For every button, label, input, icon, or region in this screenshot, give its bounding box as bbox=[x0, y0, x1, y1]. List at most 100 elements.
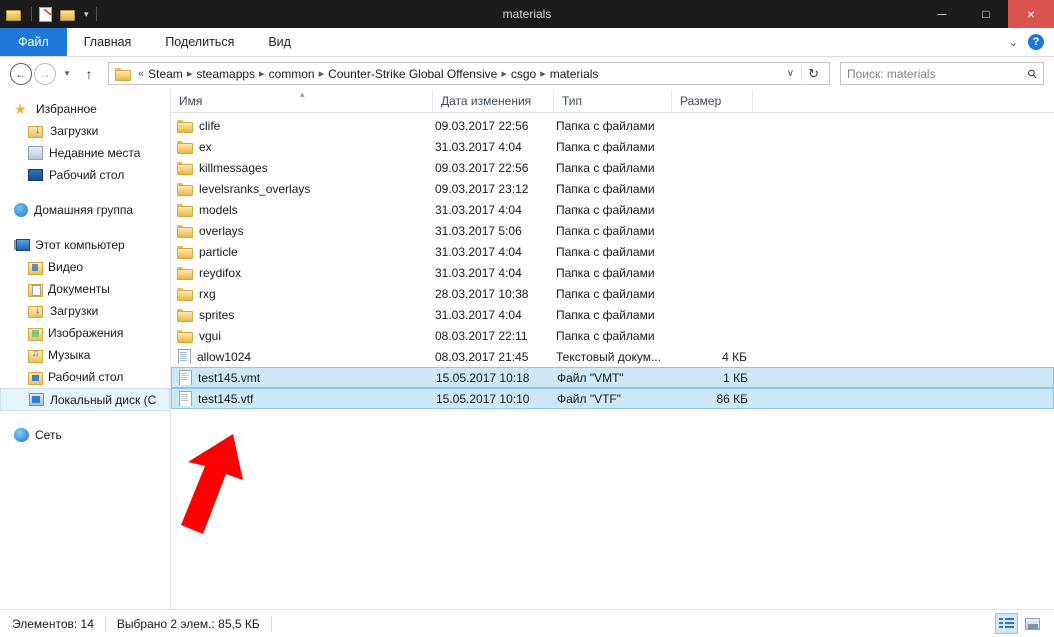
file-name: levelsranks_overlays bbox=[199, 181, 311, 196]
table-row[interactable]: rxg 28.03.2017 10:38 Папка с файлами bbox=[171, 283, 1054, 304]
breadcrumb-item-csgo-game[interactable]: Counter-Strike Global Offensive bbox=[328, 67, 497, 81]
sidebar-item-desktop[interactable]: Рабочий стол bbox=[0, 164, 170, 186]
file-type: Папка с файлами bbox=[556, 223, 655, 238]
file-name-cell: overlays bbox=[171, 224, 433, 238]
status-divider bbox=[104, 616, 106, 631]
customize-toolbar-chevron[interactable]: ▾ bbox=[84, 9, 89, 20]
column-header-date[interactable]: Дата изменения bbox=[433, 90, 554, 112]
sidebar-item-homegroup[interactable]: Домашняя группа bbox=[0, 199, 170, 221]
folder-icon bbox=[177, 119, 193, 133]
sidebar-item-label: Загрузки bbox=[50, 124, 99, 138]
forward-button[interactable]: → bbox=[34, 62, 56, 85]
file-name-cell: sprites bbox=[171, 308, 433, 322]
file-date: 08.03.2017 21:45 bbox=[435, 349, 529, 364]
breadcrumb-item-csgo[interactable]: csgo bbox=[511, 67, 536, 81]
refresh-icon[interactable]: ↻ bbox=[801, 65, 825, 82]
address-dropdown-chevron-down-icon[interactable]: ∨ bbox=[780, 68, 801, 79]
sidebar-item-desktop-pc[interactable]: Рабочий стол bbox=[0, 366, 170, 388]
sidebar-item-downloads[interactable]: Загрузки bbox=[0, 120, 170, 142]
tab-view[interactable]: Вид bbox=[251, 28, 308, 56]
table-row[interactable]: test145.vtf 15.05.2017 10:10 Файл "VTF" … bbox=[171, 388, 1054, 409]
properties-icon[interactable] bbox=[39, 5, 57, 23]
column-header-label: Имя bbox=[179, 94, 203, 108]
close-button[interactable]: × bbox=[1008, 0, 1054, 28]
column-header-size[interactable]: Размер bbox=[672, 90, 753, 112]
sidebar-item-local-disk[interactable]: Локальный диск (C bbox=[0, 388, 170, 411]
folder-icon bbox=[177, 245, 193, 259]
sidebar-item-recent-places[interactable]: Недавние места bbox=[0, 142, 170, 164]
table-row[interactable]: allow1024 08.03.2017 21:45 Текстовый док… bbox=[171, 346, 1054, 367]
sidebar-item-music[interactable]: Музыка bbox=[0, 344, 170, 366]
navigation-pane: ★ Избранное Загрузки Недавние места Рабо… bbox=[0, 90, 170, 609]
file-name-cell: clife bbox=[171, 119, 433, 133]
file-date: 15.05.2017 10:18 bbox=[436, 370, 530, 385]
up-button[interactable]: ↑ bbox=[78, 66, 100, 82]
sidebar-item-label: Рабочий стол bbox=[49, 168, 125, 182]
sidebar-item-documents[interactable]: Документы bbox=[0, 278, 170, 300]
table-row[interactable]: levelsranks_overlays 09.03.2017 23:12 Па… bbox=[171, 178, 1054, 199]
sidebar-item-pictures[interactable]: Изображения bbox=[0, 322, 170, 344]
file-name: overlays bbox=[199, 223, 244, 238]
file-name: test145.vtf bbox=[198, 391, 254, 406]
table-row[interactable]: clife 09.03.2017 22:56 Папка с файлами bbox=[171, 115, 1054, 136]
explorer-window: Customize Quick Access Toolbar ▾ materia… bbox=[0, 0, 1054, 637]
sidebar-item-network[interactable]: Сеть bbox=[0, 424, 170, 446]
expand-ribbon-chevron-down-icon[interactable]: ⌄ bbox=[1009, 36, 1018, 49]
table-row[interactable]: sprites 31.03.2017 4:04 Папка с файлами bbox=[171, 304, 1054, 325]
details-view-button[interactable] bbox=[995, 613, 1018, 634]
breadcrumb-separator-icon: ▸ bbox=[186, 68, 193, 80]
table-row[interactable]: vgui 08.03.2017 22:11 Папка с файлами bbox=[171, 325, 1054, 346]
folder-icon bbox=[177, 287, 193, 301]
minimize-button[interactable]: ─ bbox=[920, 0, 964, 28]
view-mode-buttons bbox=[995, 613, 1054, 634]
file-name: vgui bbox=[199, 328, 222, 343]
file-name-cell: killmessages bbox=[171, 161, 433, 175]
file-name-cell: test145.vtf bbox=[172, 391, 434, 406]
tab-file[interactable]: Файл bbox=[0, 28, 67, 56]
column-headers: Имя ▴ Дата изменения Тип Размер bbox=[171, 89, 1054, 113]
table-row[interactable]: particle 31.03.2017 4:04 Папка с файлами bbox=[171, 241, 1054, 262]
new-folder-icon[interactable] bbox=[60, 5, 78, 23]
breadcrumb-item-steamapps[interactable]: steamapps bbox=[196, 67, 255, 81]
breadcrumb[interactable]: « Steam ▸ steamapps ▸ common ▸ Counter-S… bbox=[108, 62, 830, 85]
sort-ascending-icon: ▴ bbox=[300, 89, 305, 99]
search-input[interactable] bbox=[847, 66, 1029, 81]
table-row[interactable]: models 31.03.2017 4:04 Папка с файлами bbox=[171, 199, 1054, 220]
breadcrumb-item-steam[interactable]: Steam bbox=[148, 67, 183, 81]
table-row[interactable]: ex 31.03.2017 4:04 Папка с файлами bbox=[171, 136, 1054, 157]
table-row[interactable]: test145.vmt 15.05.2017 10:18 Файл "VMT" … bbox=[171, 367, 1054, 388]
sidebar-item-videos[interactable]: Видео bbox=[0, 256, 170, 278]
help-icon[interactable]: ? bbox=[1028, 34, 1044, 50]
table-row[interactable]: killmessages 09.03.2017 22:56 Папка с фа… bbox=[171, 157, 1054, 178]
back-button[interactable]: ← bbox=[10, 62, 32, 85]
tab-share[interactable]: Поделиться bbox=[148, 28, 251, 56]
this-pc-icon bbox=[14, 238, 30, 252]
table-row[interactable]: reydifox 31.03.2017 4:04 Папка с файлами bbox=[171, 262, 1054, 283]
sidebar-item-favorites[interactable]: ★ Избранное bbox=[0, 98, 170, 120]
generic-file-icon bbox=[178, 370, 192, 385]
maximize-button[interactable]: □ bbox=[964, 0, 1008, 28]
table-row[interactable]: overlays 31.03.2017 5:06 Папка с файлами bbox=[171, 220, 1054, 241]
file-name: test145.vmt bbox=[198, 370, 261, 385]
file-type: Папка с файлами bbox=[556, 265, 655, 280]
file-type: Текстовый докум... bbox=[556, 349, 661, 364]
column-header-type[interactable]: Тип bbox=[554, 90, 672, 112]
folder-icon bbox=[177, 161, 193, 175]
local-disk-icon bbox=[29, 393, 44, 406]
sidebar-item-this-pc[interactable]: Этот компьютер bbox=[0, 234, 170, 256]
breadcrumb-overflow[interactable]: « bbox=[134, 68, 148, 80]
breadcrumb-item-materials[interactable]: materials bbox=[550, 67, 599, 81]
folder-icon bbox=[177, 140, 193, 154]
search-box[interactable]: ⚲ bbox=[840, 62, 1044, 85]
breadcrumb-separator-icon: ▸ bbox=[259, 68, 265, 80]
large-icons-view-button[interactable] bbox=[1021, 613, 1044, 634]
file-list-pane: Имя ▴ Дата изменения Тип Размер clife 09… bbox=[171, 89, 1054, 609]
folder-icon[interactable] bbox=[6, 5, 24, 23]
recent-locations-chevron-down-icon[interactable]: ▾ bbox=[58, 68, 76, 79]
column-header-name[interactable]: Имя ▴ bbox=[171, 89, 433, 112]
tab-home[interactable]: Главная bbox=[67, 28, 149, 56]
sidebar-item-downloads-pc[interactable]: Загрузки bbox=[0, 300, 170, 322]
breadcrumb-item-common[interactable]: common bbox=[269, 67, 315, 81]
file-name-cell: allow1024 bbox=[171, 349, 433, 364]
